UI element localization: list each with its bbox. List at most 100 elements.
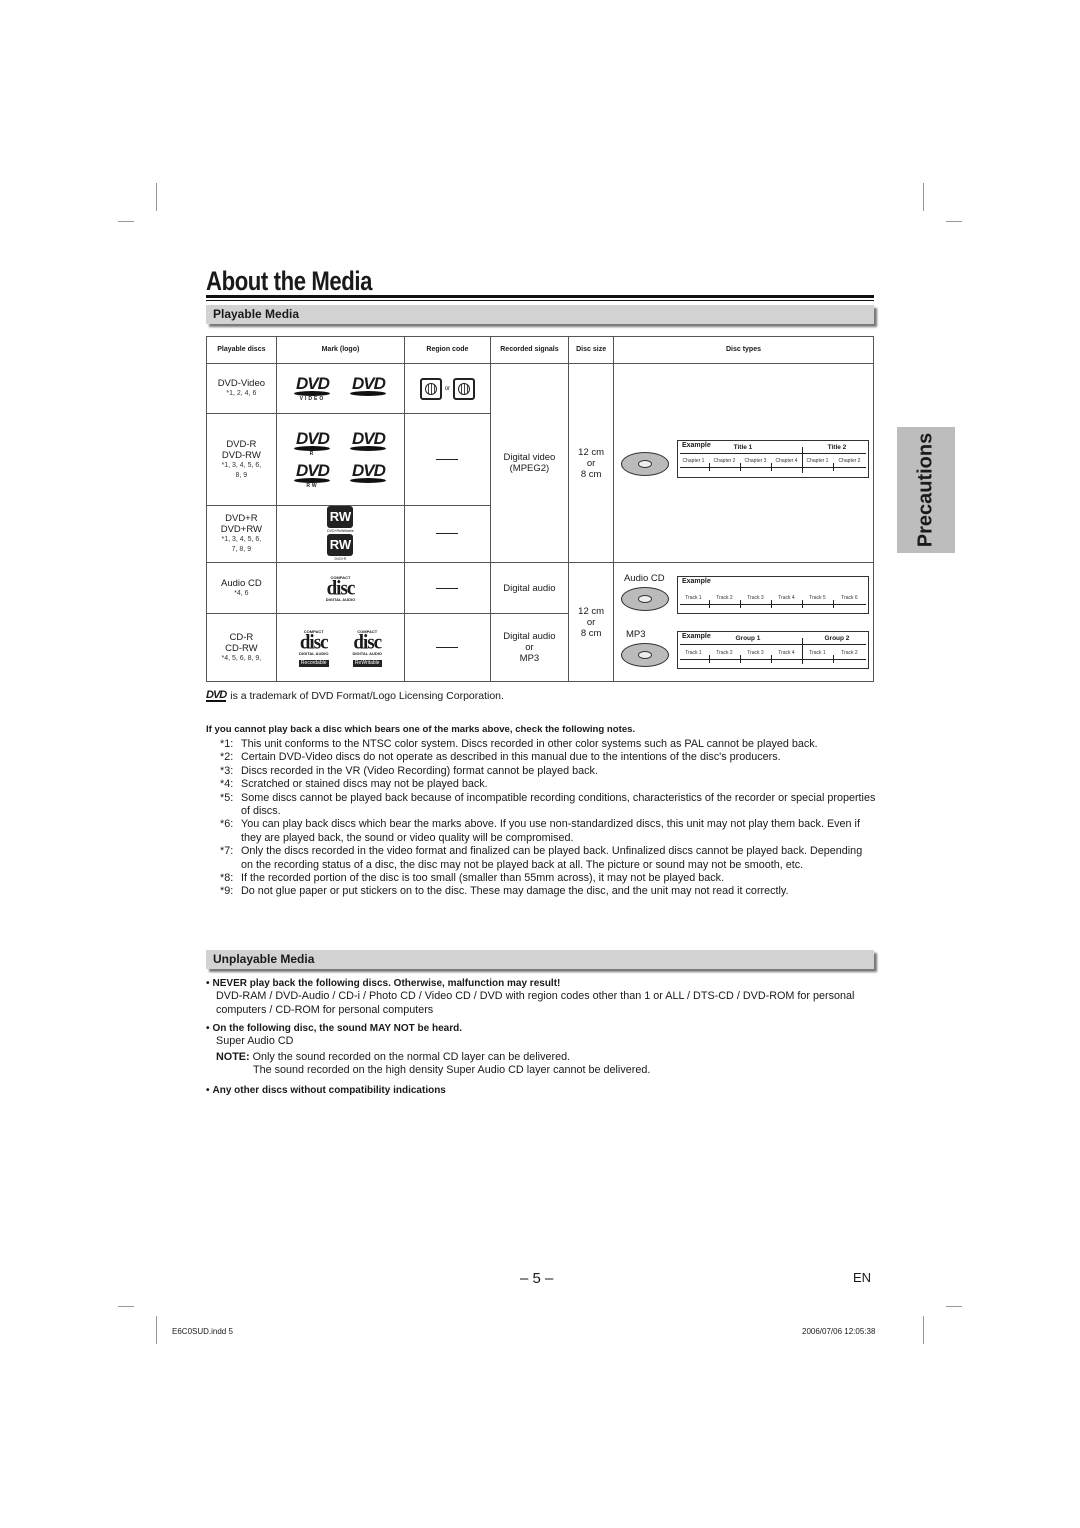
column-header: Region code bbox=[404, 336, 491, 364]
side-tab-label: Precautions bbox=[914, 432, 937, 548]
crop-mark bbox=[946, 221, 962, 222]
disc-size: 8 cm bbox=[580, 627, 602, 639]
disc-notes: 8, 9 bbox=[235, 471, 248, 479]
chapter-label: Chapter 3 bbox=[744, 458, 767, 464]
note-item: *5: Some discs cannot be played back beca… bbox=[220, 791, 876, 818]
table-header-row: Playable discs Mark (logo) Region code R… bbox=[206, 336, 875, 364]
track-label: Track 3 bbox=[747, 595, 764, 601]
disc-name: CD-R bbox=[229, 631, 254, 643]
group-label: Group 2 bbox=[824, 635, 850, 642]
compact-disc-logo: COMPACT disc DIGITAL AUDIO bbox=[325, 574, 356, 602]
disc-name: CD-RW bbox=[225, 642, 258, 654]
playable-media-table: Playable discs Mark (logo) Region code R… bbox=[206, 336, 875, 682]
section-header-unplayable: Unplayable Media bbox=[206, 950, 874, 969]
disc-size: 12 cm bbox=[578, 446, 605, 458]
disc-name: DVD-R bbox=[226, 438, 257, 450]
recorded-signals: MP3 bbox=[519, 653, 540, 665]
bullet-never-play: • NEVER play back the following discs. O… bbox=[206, 977, 876, 1017]
table-row: DVD-Video *1, 2, 4, 6 DVD VIDEO DVD or Dig… bbox=[206, 363, 875, 563]
dvd-r-logo: DVD bbox=[348, 430, 388, 457]
track-label: Track 1 bbox=[809, 650, 826, 656]
dvd-example-box: Example Title 1 Title 2 Chapter 1 Chapte… bbox=[676, 440, 869, 478]
cd-recordable-logo: COMPACT disc DIGITAL AUDIO Recordable bbox=[298, 628, 329, 667]
disc-notes: *1, 3, 4, 5, 6, bbox=[221, 536, 262, 543]
audio-cd-label: Audio CD bbox=[623, 573, 665, 584]
track-label: Track 4 bbox=[778, 650, 795, 656]
audio-cd-example-box: Example Track 1 Track 2 Track 3 Track 4 … bbox=[676, 576, 869, 614]
track-label: Track 2 bbox=[841, 650, 858, 656]
disc-size: 12 cm bbox=[578, 605, 605, 617]
dvd-rw-logo: DVD RW bbox=[294, 460, 331, 489]
bullet-other-discs: • Any other discs without compatibility … bbox=[206, 1085, 446, 1096]
disc-name: DVD-Video bbox=[217, 378, 266, 389]
footer-timestamp: 2006/07/06 12:05:38 bbox=[802, 1327, 876, 1336]
dvd-r-logo: DVD R bbox=[294, 428, 331, 457]
no-region-dash bbox=[436, 587, 459, 589]
track-label: Track 2 bbox=[716, 650, 733, 656]
note-item: *1: This unit conforms to the NTSC color … bbox=[220, 738, 818, 750]
dvd-mini-logo: DVD bbox=[206, 689, 227, 703]
track-label: Track 6 bbox=[841, 595, 858, 601]
dvd-video-logo: DVD bbox=[348, 375, 388, 402]
example-label: Example bbox=[681, 442, 711, 449]
disc-notes: *4, 5, 6, 8, 9, bbox=[221, 654, 262, 662]
track-label: Track 5 bbox=[809, 595, 826, 601]
recorded-signals: Digital audio bbox=[503, 582, 556, 594]
note-item: *9: Do not glue paper or put stickers on … bbox=[220, 885, 789, 898]
no-region-dash bbox=[436, 647, 459, 649]
footer-filename: E6C0SUD.indd 5 bbox=[172, 1327, 233, 1336]
track-label: Track 2 bbox=[716, 595, 733, 601]
disc-notes: *4, 6 bbox=[234, 589, 249, 597]
example-label: Example bbox=[681, 633, 711, 640]
notes-list: *1: This unit conforms to the NTSC color … bbox=[220, 738, 876, 899]
disc-name: DVD+RW bbox=[220, 524, 262, 535]
dvd-disc-type-cell: Example Title 1 Title 2 Chapter 1 Chapte… bbox=[612, 363, 875, 563]
dvd-plus-r-logo: RW DVD+R bbox=[327, 534, 354, 562]
column-header: Mark (logo) bbox=[275, 336, 406, 364]
disc-icon bbox=[620, 452, 669, 476]
recorded-signals: Digital audio bbox=[503, 631, 556, 643]
note-item: *4: Scratched or stained discs may not be… bbox=[220, 778, 488, 791]
chapter-label: Chapter 2 bbox=[838, 458, 861, 464]
region-all-icon bbox=[453, 377, 476, 400]
disc-size: or bbox=[586, 457, 596, 469]
no-region-dash bbox=[436, 533, 459, 535]
bullet-may-not-hear: • On the following disc, the sound MAY N… bbox=[206, 1022, 876, 1049]
title-rule bbox=[206, 295, 874, 298]
column-header: Disc types bbox=[612, 336, 875, 364]
chapter-label: Chapter 1 bbox=[806, 458, 829, 464]
chapter-label: Chapter 4 bbox=[775, 458, 798, 464]
track-label: Track 1 bbox=[685, 595, 702, 601]
track-label: Track 1 bbox=[685, 650, 702, 656]
track-label: Track 3 bbox=[747, 650, 764, 656]
page-title: About the Media bbox=[206, 266, 373, 296]
mp3-example-box: Example Group 1 Group 2 Track 1 Track 2 … bbox=[676, 631, 869, 669]
recorded-signals: Digital video bbox=[503, 452, 556, 463]
trademark-text: is a trademark of DVD Format/Logo Licens… bbox=[230, 690, 504, 702]
section-title: Playable Media bbox=[213, 307, 300, 321]
bullet-text: Super Audio CD bbox=[216, 1035, 294, 1048]
language-label: EN bbox=[853, 1270, 872, 1285]
bullet-heading: NEVER play back the following discs. Oth… bbox=[212, 978, 561, 989]
title-rule bbox=[206, 300, 874, 301]
chapter-label: Chapter 1 bbox=[682, 458, 705, 464]
disc-name: DVD+R bbox=[225, 513, 258, 524]
disc-size: 8 cm bbox=[580, 468, 602, 480]
dvd-rw-logo: DVD bbox=[348, 462, 388, 489]
crop-mark bbox=[156, 1316, 157, 1344]
disc-icon bbox=[620, 643, 669, 667]
note-item: *8: If the recorded portion of the disc i… bbox=[220, 872, 725, 885]
section-title: Unplayable Media bbox=[213, 952, 315, 966]
title-label: Title 2 bbox=[827, 444, 847, 451]
crop-mark bbox=[923, 183, 924, 211]
crop-mark bbox=[946, 1306, 962, 1307]
notes-heading: If you cannot play back a disc which bea… bbox=[206, 724, 636, 735]
mp3-label: MP3 bbox=[625, 629, 646, 640]
no-region-dash bbox=[436, 458, 459, 460]
column-header: Playable discs bbox=[206, 336, 277, 364]
disc-notes: *1, 2, 4, 6 bbox=[226, 390, 257, 397]
region-1-icon bbox=[419, 377, 442, 400]
dvd-plus-rw-logo: RW DVD+ReWritable bbox=[327, 506, 354, 534]
section-header-playable: Playable Media bbox=[206, 305, 874, 324]
cd-disc-type-cell: Audio CD Example Track 1 Track 2 Track 3… bbox=[612, 562, 875, 682]
